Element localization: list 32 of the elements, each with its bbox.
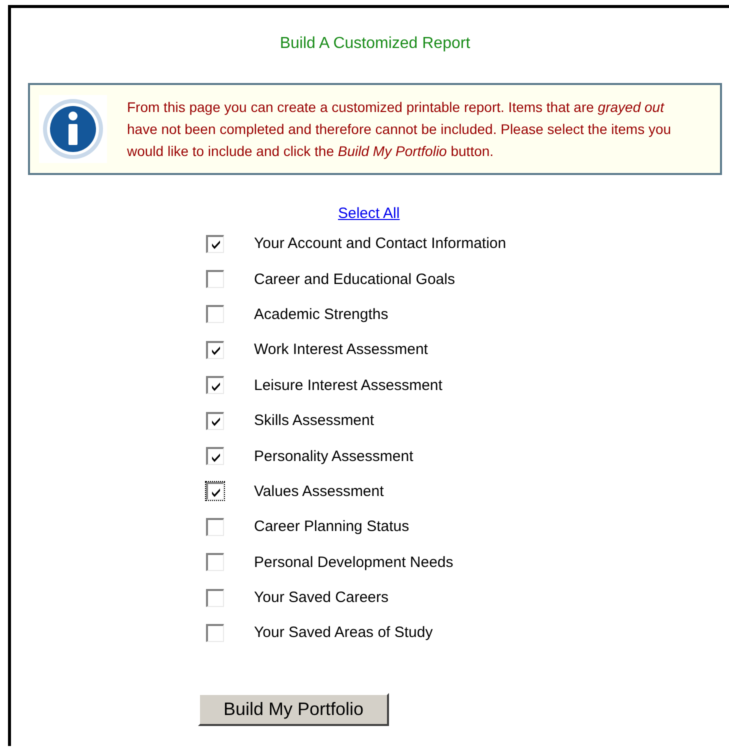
check-icon [210,344,222,356]
checkbox[interactable] [205,340,225,360]
checkbox-label: Your Account and Contact Information [254,235,506,252]
check-icon [210,415,222,428]
checkbox-label: Skills Assessment [254,412,374,430]
checkbox-label: Your Saved Areas of Study [254,624,433,642]
checkbox-label: Career and Educational Goals [254,270,455,288]
checkbox-label: Values Assessment [254,482,384,500]
build-portfolio-button[interactable]: Build My Portfolio [198,692,389,726]
info-icon [39,95,107,163]
checkbox[interactable] [205,588,225,608]
checkbox[interactable] [205,234,225,254]
checkbox-label: Personal Development Needs [254,554,454,571]
checkbox[interactable] [205,375,225,396]
checkbox-label: Work Interest Assessment [254,341,428,358]
checkbox[interactable] [205,622,225,643]
checkbox[interactable] [205,552,225,572]
checkbox[interactable] [205,446,225,466]
checkbox-label: Career Planning Status [254,518,410,536]
checkbox-label: Leisure Interest Assessment [254,376,442,394]
checkbox[interactable] [205,410,225,431]
checkbox[interactable] [205,269,225,290]
checkbox[interactable] [205,481,225,502]
checkbox[interactable] [205,516,225,537]
checkbox[interactable] [205,304,225,324]
checkbox-label: Academic Strengths [254,306,388,323]
checkbox-label: Your Saved Careers [254,589,389,606]
checkbox-label: Personality Assessment [254,448,414,465]
select-all-link[interactable]: Select All [338,205,400,222]
page-title: Build A Customized Report [278,35,472,53]
info-message: From this page you can create a customized printable report. Items that are grayed out have not been completed and therefore cannot be included. Please select the items you would like to include and click the Build My Portfolio button. [127,98,672,161]
check-icon [210,238,222,250]
